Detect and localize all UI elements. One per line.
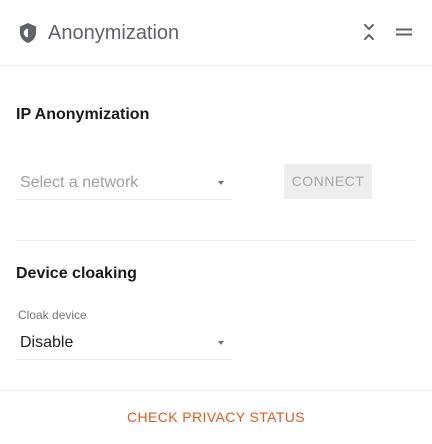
footer-divider — [0, 390, 432, 391]
network-select[interactable]: Select a network — [16, 166, 232, 200]
check-privacy-status-link[interactable]: CHECK PRIVACY STATUS — [0, 408, 432, 426]
collapse-icon[interactable] — [362, 22, 376, 42]
anonymization-panel: Anonymization IP Anonymization Select a … — [0, 0, 432, 444]
cloak-device-select[interactable]: Disable — [16, 326, 232, 360]
network-select-placeholder: Select a network — [20, 174, 139, 191]
cloak-device-label: Cloak device — [18, 308, 87, 322]
panel-title: Anonymization — [48, 22, 180, 44]
cloak-device-value: Disable — [20, 334, 74, 351]
section-divider — [16, 240, 416, 241]
shield-icon — [20, 23, 36, 43]
connect-button[interactable]: CONNECT — [284, 164, 372, 199]
ip-anonymization-heading: IP Anonymization — [16, 106, 150, 123]
device-cloaking-heading: Device cloaking — [16, 265, 137, 282]
dropdown-arrow-icon — [218, 341, 224, 345]
dropdown-arrow-icon — [218, 181, 224, 185]
drag-handle-icon[interactable] — [395, 27, 413, 37]
panel-header: Anonymization — [0, 0, 432, 66]
